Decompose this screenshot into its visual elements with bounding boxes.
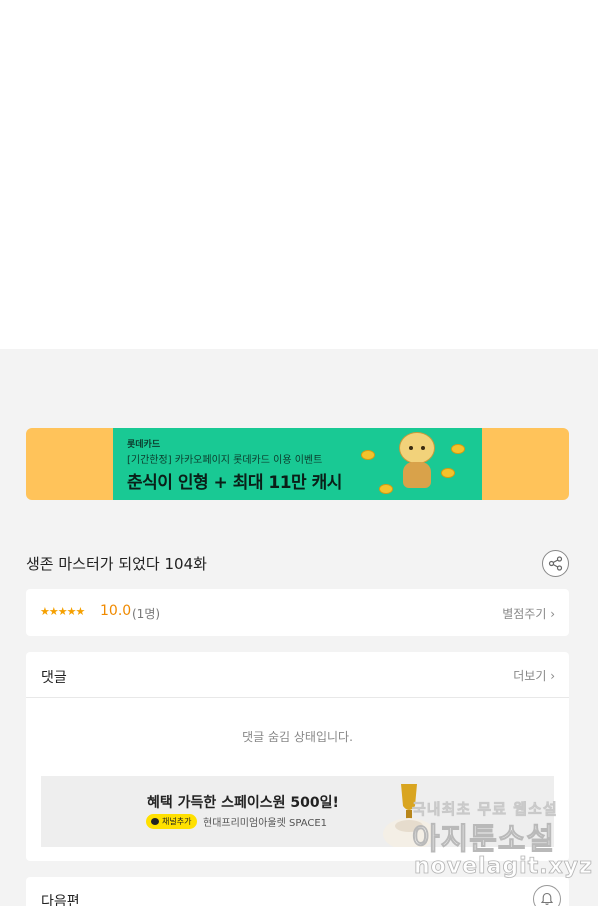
coin-icon	[441, 468, 455, 478]
promo-title: 춘식이 인형 + 최대 11만 캐시	[127, 473, 342, 493]
coin-icon	[451, 444, 465, 454]
coin-icon	[379, 484, 393, 494]
rating-card: ★★★★★ 10.0 (1명) 별점주기 ›	[26, 589, 569, 636]
notify-button[interactable]	[533, 885, 561, 906]
rating-stars: ★★★★★	[40, 605, 85, 618]
episode-title: 생존 마스터가 되었다 104화	[26, 555, 207, 573]
coin-icon	[361, 450, 375, 460]
inline-ad[interactable]: 혜택 가득한 스페이스원 500일! 채널추가 현대프리미엄아울렛 SPACE1	[41, 776, 554, 847]
character-illustration	[397, 432, 437, 494]
comments-label: 댓글	[41, 670, 67, 686]
inline-ad-title: 혜택 가득한 스페이스원 500일!	[147, 795, 339, 811]
share-icon	[548, 556, 563, 571]
bell-icon	[540, 892, 554, 905]
comments-header: 댓글 더보기 ›	[26, 652, 569, 698]
inline-ad-subtitle: 현대프리미엄아울렛 SPACE1	[203, 818, 328, 829]
comments-card: 댓글 더보기 › 댓글 숨김 상태입니다. 혜택 가득한 스페이스원 500일!…	[26, 652, 569, 861]
rating-count: (1명)	[132, 607, 161, 621]
content-area	[0, 0, 598, 349]
promo-banner[interactable]: 롯데카드 [기간한정] 카카오페이지 롯데카드 이용 이벤트 춘식이 인형 + …	[26, 428, 569, 500]
promo-brand: 롯데카드	[127, 440, 161, 450]
comments-hidden-message: 댓글 숨김 상태입니다.	[242, 730, 353, 744]
promo-subtitle: [기간한정] 카카오페이지 롯데카드 이용 이벤트	[127, 455, 323, 466]
next-episode-label: 다음편	[41, 894, 80, 906]
rate-button[interactable]: 별점주기 ›	[502, 605, 555, 622]
trophy-illustration	[383, 784, 435, 847]
next-episode-card[interactable]: 다음편	[26, 877, 569, 906]
rating-value: 10.0	[100, 603, 132, 619]
channel-add-badge[interactable]: 채널추가	[146, 814, 198, 829]
share-button[interactable]	[542, 550, 569, 577]
promo-banner-panel[interactable]: 롯데카드 [기간한정] 카카오페이지 롯데카드 이용 이벤트 춘식이 인형 + …	[113, 428, 482, 500]
comments-more-button[interactable]: 더보기 ›	[513, 667, 555, 684]
